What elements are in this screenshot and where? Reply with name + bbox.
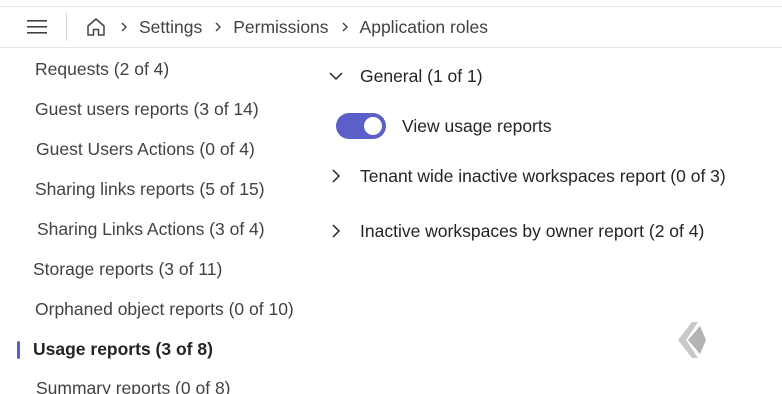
sidebar-item-label: Sharing Links Actions (3 of 4) xyxy=(37,218,265,239)
toggle-knob xyxy=(364,117,382,135)
sidebar-item-label: Summary reports (0 of 8) xyxy=(36,377,231,394)
chevron-right-icon xyxy=(332,169,341,183)
main-panel: General (1 of 1) View usage reports Tena… xyxy=(320,48,782,394)
sidebar-item-label: Guest users reports (3 of 14) xyxy=(35,98,259,119)
logo-icon xyxy=(674,318,710,362)
active-indicator xyxy=(17,341,20,359)
group-label: General (1 of 1) xyxy=(360,65,483,86)
sidebar-item-requests[interactable]: Requests (2 of 4) xyxy=(0,51,320,87)
sidebar-item-label: Sharing links reports (5 of 15) xyxy=(35,178,265,199)
chevron-right-icon xyxy=(342,22,348,32)
view-usage-reports-toggle[interactable] xyxy=(336,113,386,139)
sidebar-item-storage-reports[interactable]: Storage reports (3 of 11) xyxy=(0,251,320,287)
toggle-label: View usage reports xyxy=(402,115,552,136)
sidebar-item-sharing-links-actions[interactable]: Sharing Links Actions (3 of 4) xyxy=(0,211,320,247)
group-label: Tenant wide inactive workspaces report (… xyxy=(360,165,726,186)
sidebar-item-label: Storage reports (3 of 11) xyxy=(33,258,223,279)
group-tenant-wide-inactive[interactable]: Tenant wide inactive workspaces report (… xyxy=(328,160,726,192)
sidebar-item-summary-reports[interactable]: Summary reports (0 of 8) xyxy=(0,370,320,394)
sidebar-item-guest-users-reports[interactable]: Guest users reports (3 of 14) xyxy=(0,91,320,127)
chevron-right-icon xyxy=(121,22,127,32)
breadcrumb-settings[interactable]: Settings xyxy=(139,17,202,38)
sidebar-item-guest-users-actions[interactable]: Guest Users Actions (0 of 4) xyxy=(0,131,320,167)
home-icon[interactable] xyxy=(84,15,108,39)
sidebar: Requests (2 of 4) Guest users reports (3… xyxy=(0,48,320,394)
sidebar-item-label: Orphaned object reports (0 of 10) xyxy=(35,298,294,319)
group-inactive-by-owner[interactable]: Inactive workspaces by owner report (2 o… xyxy=(328,215,704,247)
sidebar-item-label: Requests (2 of 4) xyxy=(35,58,170,79)
sidebar-item-orphaned-object-reports[interactable]: Orphaned object reports (0 of 10) xyxy=(0,291,320,327)
group-general[interactable]: General (1 of 1) xyxy=(328,60,483,92)
group-label: Inactive workspaces by owner report (2 o… xyxy=(360,220,705,241)
sidebar-item-usage-reports[interactable]: Usage reports (3 of 8) xyxy=(0,331,320,367)
sidebar-item-sharing-links-reports[interactable]: Sharing links reports (5 of 15) xyxy=(0,171,320,207)
header-divider xyxy=(66,13,67,41)
hamburger-menu-icon[interactable] xyxy=(22,15,52,39)
permission-row-view-usage-reports: View usage reports xyxy=(336,110,552,142)
chevron-right-icon xyxy=(215,22,222,32)
sidebar-item-label: Guest Users Actions (0 of 4) xyxy=(36,138,255,159)
chevron-right-icon xyxy=(332,224,341,238)
header-bar: Settings Permissions Application roles xyxy=(0,7,782,48)
chevron-down-icon xyxy=(329,72,343,81)
sidebar-item-label: Usage reports (3 of 8) xyxy=(33,338,213,359)
breadcrumb-application-roles[interactable]: Application roles xyxy=(360,17,488,38)
breadcrumb-permissions[interactable]: Permissions xyxy=(233,17,328,38)
breadcrumb: Settings Permissions Application roles xyxy=(118,7,498,47)
